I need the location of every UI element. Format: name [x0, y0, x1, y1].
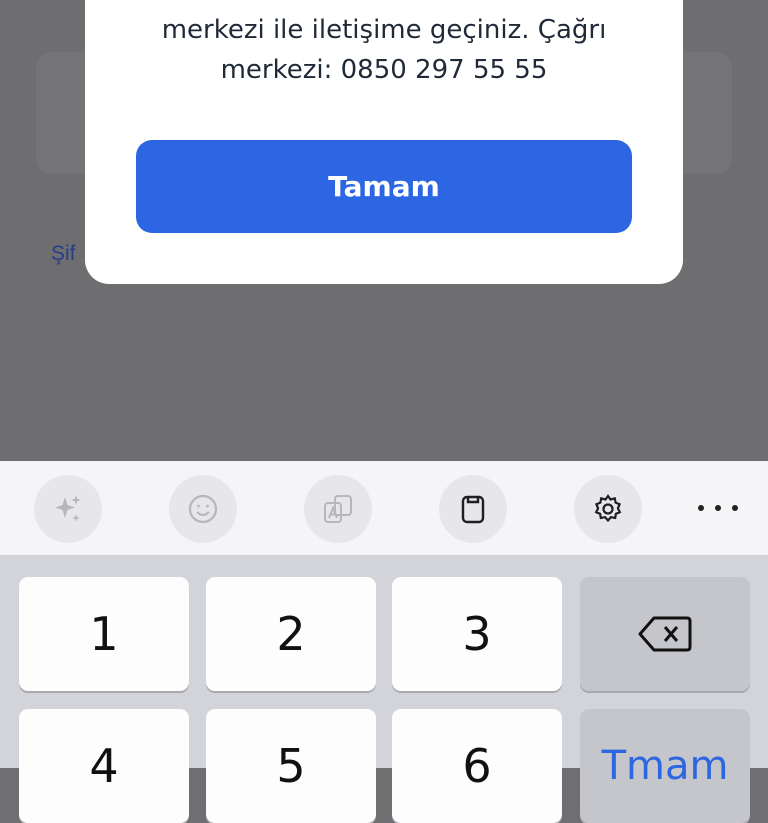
- key-2[interactable]: 2: [206, 577, 376, 691]
- dialog-message-line: merkezi: 0850 297 55 55: [220, 55, 548, 85]
- translate-icon[interactable]: [304, 475, 372, 543]
- key-3[interactable]: 3: [392, 577, 562, 691]
- key-6[interactable]: 6: [392, 709, 562, 823]
- enter-key[interactable]: Tmam: [580, 709, 750, 823]
- key-1[interactable]: 1: [19, 577, 189, 691]
- dialog-message-line: merkezi ile iletişime geçiniz. Çağrı: [161, 15, 607, 45]
- key-4[interactable]: 4: [19, 709, 189, 823]
- ok-button[interactable]: Tamam: [136, 140, 632, 233]
- emoji-icon[interactable]: [169, 475, 237, 543]
- forgot-password-link: Şif: [51, 242, 76, 265]
- numeric-keyboard: 1 2 3 4 5 6 Tmam: [0, 461, 768, 823]
- keyboard-toolbar: [0, 461, 768, 555]
- backspace-key[interactable]: [580, 577, 750, 691]
- backspace-icon: [638, 616, 692, 652]
- alert-dialog: merkezi ile iletişime geçiniz. Çağrı mer…: [85, 0, 683, 284]
- clipboard-icon[interactable]: [439, 475, 507, 543]
- settings-icon[interactable]: [574, 475, 642, 543]
- more-icon[interactable]: [698, 494, 738, 522]
- sparkles-icon[interactable]: [34, 475, 102, 543]
- key-5[interactable]: 5: [206, 709, 376, 823]
